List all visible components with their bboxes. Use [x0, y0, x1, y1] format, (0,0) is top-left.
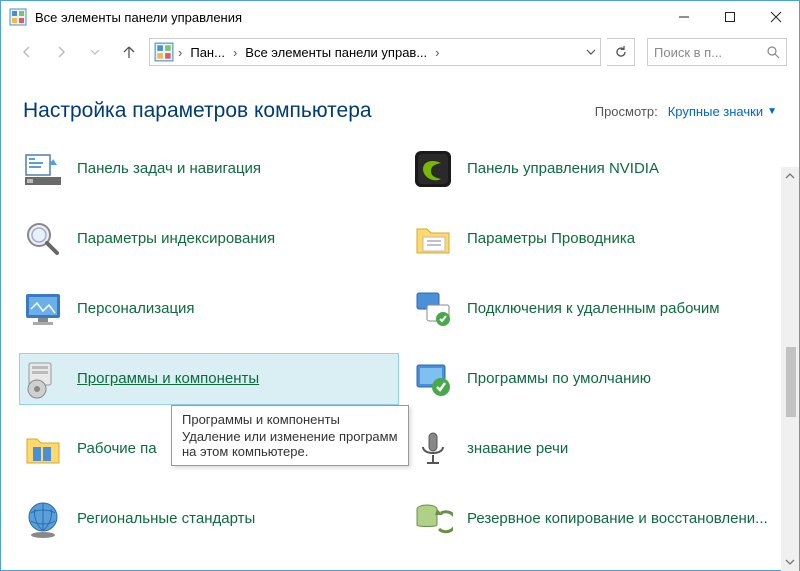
programs-icon — [23, 359, 63, 399]
maximize-button[interactable] — [707, 1, 753, 33]
cp-item-explorer-options[interactable]: Параметры Проводника — [409, 213, 789, 265]
cp-item-region[interactable]: Региональные стандарты — [19, 493, 399, 545]
forward-button[interactable] — [47, 38, 75, 66]
cp-item-speech-recognition[interactable]: знавание речи — [409, 423, 789, 475]
cp-item-label: Рабочие па — [77, 440, 157, 458]
default-programs-icon — [413, 359, 453, 399]
cp-item-label: Параметры Проводника — [467, 230, 635, 248]
breadcrumb[interactable]: › Пан... › Все элементы панели управ... … — [149, 38, 601, 66]
speech-icon — [413, 429, 453, 469]
chevron-down-icon: ▼ — [767, 106, 777, 117]
control-panel-icon — [9, 8, 27, 26]
cp-item-remote-desktop[interactable]: Подключения к удаленным рабочим — [409, 283, 789, 335]
navbar: › Пан... › Все элементы панели управ... … — [1, 33, 799, 71]
view-picker[interactable]: Крупные значки ▼ — [668, 104, 777, 119]
search-input[interactable]: Поиск в п... — [647, 38, 787, 66]
up-button[interactable] — [115, 38, 143, 66]
cp-item-label: Параметры индексирования — [77, 230, 275, 248]
search-placeholder: Поиск в п... — [654, 45, 722, 60]
nvidia-icon — [413, 149, 453, 189]
close-button[interactable] — [753, 1, 799, 33]
search-icon — [767, 46, 780, 59]
titlebar: Все элементы панели управления — [1, 1, 799, 33]
backup-icon — [413, 499, 453, 539]
minimize-button[interactable] — [661, 1, 707, 33]
personalization-icon — [23, 289, 63, 329]
recent-dropdown[interactable] — [81, 38, 109, 66]
scroll-up-button[interactable] — [781, 167, 799, 185]
cp-item-label: знавание речи — [467, 440, 568, 458]
cp-item-label: Программы по умолчанию — [467, 370, 651, 388]
cp-item-label: Персонализация — [77, 300, 195, 318]
scrollbar[interactable] — [781, 167, 799, 571]
refresh-button[interactable] — [607, 38, 635, 66]
breadcrumb-history-dropdown[interactable] — [584, 47, 598, 57]
cp-item-personalization[interactable]: Персонализация — [19, 283, 399, 335]
view-picker-value: Крупные значки — [668, 104, 763, 119]
breadcrumb-segment[interactable]: Все элементы панели управ... — [239, 45, 433, 60]
tooltip-title: Программы и компоненты — [182, 412, 398, 427]
remote-desktop-icon — [413, 289, 453, 329]
cp-item-label: Резервное копирование и восстановлени... — [467, 510, 768, 528]
page-title: Настройка параметров компьютера — [23, 99, 595, 123]
cp-item-label: Программы и компоненты — [77, 370, 259, 388]
folder-options-icon — [413, 219, 453, 259]
chevron-right-icon[interactable]: › — [176, 45, 184, 60]
back-button[interactable] — [13, 38, 41, 66]
tooltip-body: на этом компьютере. — [182, 444, 398, 459]
cp-item-label: Панель управления NVIDIA — [467, 160, 659, 178]
work-folders-icon — [23, 429, 63, 469]
control-panel-icon — [154, 42, 174, 62]
indexing-icon — [23, 219, 63, 259]
chevron-right-icon[interactable]: › — [231, 45, 239, 60]
cp-item-backup-restore[interactable]: Резервное копирование и восстановлени... — [409, 493, 789, 545]
window-title: Все элементы панели управления — [35, 10, 661, 25]
cp-item-programs-features[interactable]: Программы и компоненты — [19, 353, 399, 405]
cp-item-label: Региональные стандарты — [77, 510, 255, 528]
cp-item-nvidia[interactable]: Панель управления NVIDIA — [409, 143, 789, 195]
region-icon — [23, 499, 63, 539]
scroll-down-button[interactable] — [781, 553, 799, 571]
taskbar-icon — [23, 149, 63, 189]
control-panel-items: Панель задач и навигация Панель управлен… — [19, 143, 789, 545]
tooltip: Программы и компоненты Удаление или изме… — [171, 405, 409, 466]
header: Настройка параметров компьютера Просмотр… — [1, 71, 799, 137]
content-area: Панель задач и навигация Панель управлен… — [1, 137, 799, 557]
cp-item-default-programs[interactable]: Программы по умолчанию — [409, 353, 789, 405]
chevron-right-icon[interactable]: › — [433, 45, 441, 60]
breadcrumb-segment[interactable]: Пан... — [184, 45, 231, 60]
tooltip-body: Удаление или изменение программ — [182, 429, 398, 444]
scrollbar-thumb[interactable] — [786, 347, 796, 417]
view-label: Просмотр: — [595, 104, 658, 119]
cp-item-label: Панель задач и навигация — [77, 160, 261, 178]
cp-item-taskbar[interactable]: Панель задач и навигация — [19, 143, 399, 195]
cp-item-indexing[interactable]: Параметры индексирования — [19, 213, 399, 265]
window-controls — [661, 1, 799, 33]
cp-item-label: Подключения к удаленным рабочим — [467, 300, 720, 318]
